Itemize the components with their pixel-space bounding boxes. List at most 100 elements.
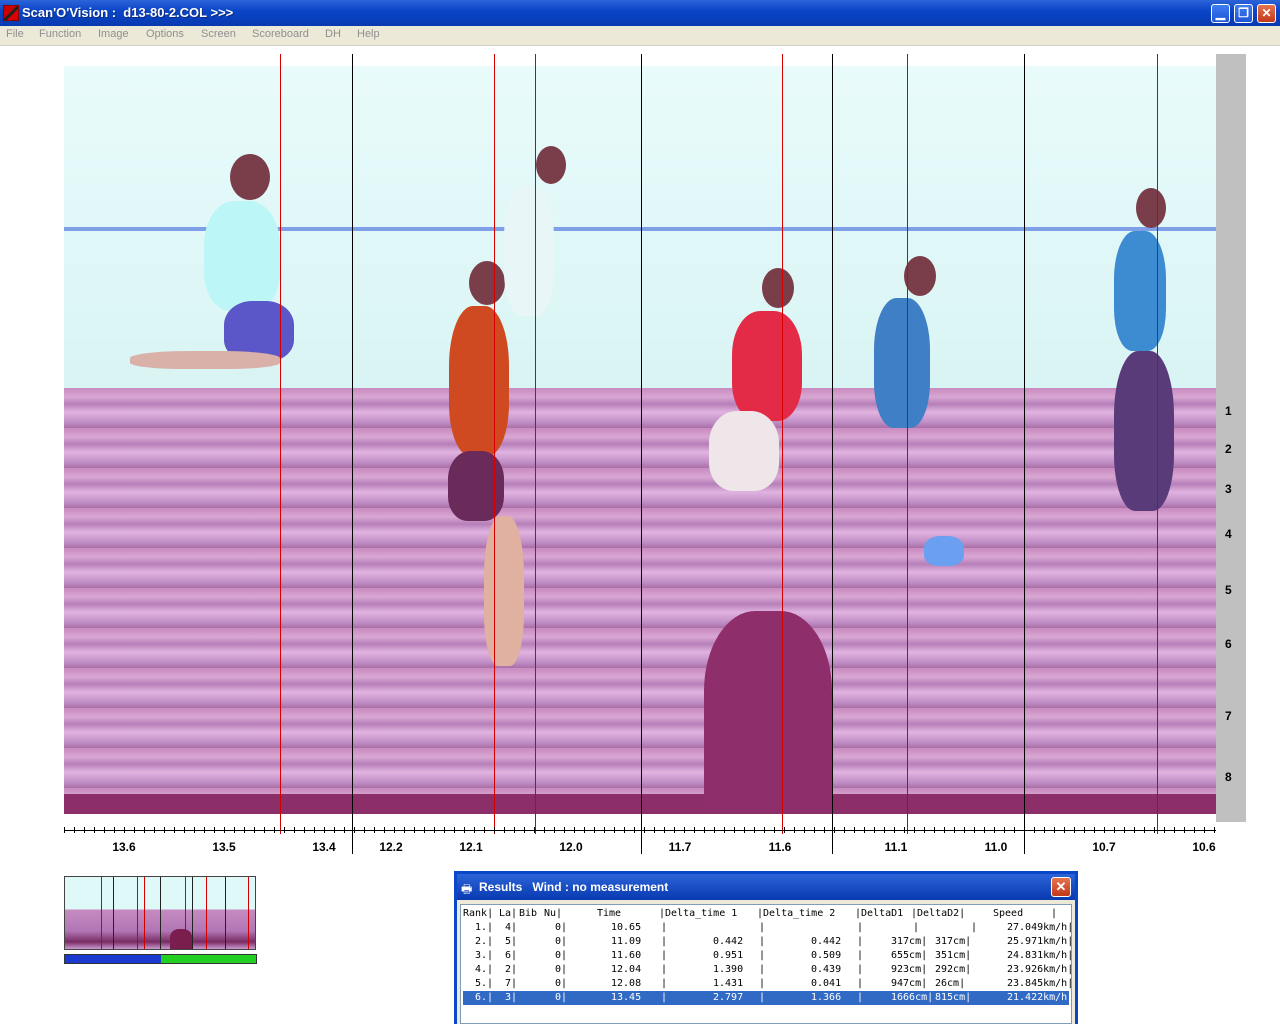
finish-marker-line[interactable] — [1157, 54, 1158, 834]
result-cell: 27.049km/h| — [1007, 922, 1072, 933]
scale-tick — [794, 827, 795, 833]
result-cell: 0| — [555, 964, 568, 975]
results-dialog: 🖶 Results Wind : no measurement ✕ Rank| … — [454, 871, 1078, 1024]
finish-marker-line[interactable] — [535, 54, 536, 834]
scale-tick — [844, 827, 845, 833]
result-cell: 4.| — [475, 964, 494, 975]
scale-tick — [1104, 827, 1105, 833]
result-row[interactable]: 5.| 7| 0| 12.08 | 1.431 | 0.041 | 947cm| 26cm| 23.8… — [463, 977, 1071, 991]
result-cell: 1.431 — [713, 978, 744, 989]
time-cursor-line[interactable] — [832, 54, 833, 854]
scale-tick — [694, 827, 695, 833]
scale-tick — [714, 827, 715, 833]
result-cell: 7| — [505, 978, 518, 989]
scale-tick — [734, 827, 735, 833]
scale-tick — [84, 827, 85, 833]
results-close-button[interactable]: ✕ — [1051, 877, 1071, 897]
scale-tick — [344, 827, 345, 833]
scale-label: 11.1 — [884, 840, 908, 854]
result-cell: | — [759, 922, 766, 933]
result-row[interactable]: 4.| 2| 0| 12.04 | 1.390 | 0.439 | 923cm| 292cm| 23.… — [463, 963, 1071, 977]
time-cursor-line[interactable] — [1024, 54, 1025, 854]
menu-file[interactable]: File — [6, 28, 24, 40]
result-cell: | — [857, 964, 864, 975]
scale-tick — [364, 827, 365, 833]
result-row[interactable]: 1.| 4| 0| 10.65 | | | | | 27.049km/h| — [463, 921, 1072, 935]
finish-marker-line[interactable] — [782, 54, 783, 834]
scale-tick — [504, 827, 505, 833]
menu-scoreboard[interactable]: Scoreboard — [252, 28, 309, 40]
time-cursor-line[interactable] — [352, 54, 353, 854]
result-cell: | — [857, 936, 864, 947]
result-cell: | — [661, 978, 668, 989]
scale-tick — [244, 827, 245, 833]
scale-tick — [614, 827, 615, 833]
result-row[interactable]: 2.| 5| 0| 11.09 | 0.442 | 0.442 | 317cm| 317cm| 25.… — [463, 935, 1072, 949]
result-cell: 1.390 — [713, 964, 744, 975]
scale-tick — [644, 827, 645, 833]
results-list[interactable]: Rank| La| Bib Nu| Time |Delta_time 1 |De… — [460, 904, 1072, 1024]
finish-marker-line[interactable] — [494, 54, 495, 834]
scale-tick — [1124, 827, 1125, 833]
result-cell: 5.| — [475, 978, 494, 989]
photo-finish-image[interactable] — [64, 66, 1216, 814]
finish-marker-line[interactable] — [280, 54, 281, 834]
scale-tick — [854, 827, 855, 833]
scale-tick — [254, 827, 255, 833]
scale-tick — [484, 827, 485, 833]
result-cell: 6.| — [475, 992, 494, 1003]
thumbnail-navigator[interactable] — [64, 876, 256, 950]
printer-icon: 🖶 — [461, 882, 473, 896]
menu-image[interactable]: Image — [98, 28, 129, 40]
result-row[interactable]: 3.| 6| 0| 11.60 | 0.951 | 0.509 | 655cm| 351cm| 24.… — [463, 949, 1071, 963]
scale-tick — [184, 827, 185, 833]
result-cell: 2.| — [475, 936, 494, 947]
results-title-bar[interactable]: 🖶 Results Wind : no measurement ✕ — [457, 874, 1075, 900]
result-cell: 317cm| — [891, 936, 928, 947]
scale-tick — [454, 827, 455, 833]
scale-tick — [314, 827, 315, 833]
time-cursor-line[interactable] — [641, 54, 642, 854]
scale-tick — [154, 827, 155, 833]
result-cell: 10.65 — [611, 922, 642, 933]
scale-tick — [594, 827, 595, 833]
scale-tick — [1034, 827, 1035, 833]
scale-tick — [924, 827, 925, 833]
app-icon[interactable] — [3, 5, 19, 21]
scale-tick — [464, 827, 465, 833]
thumbnail-scroll-position[interactable] — [65, 955, 161, 963]
scale-tick — [264, 827, 265, 833]
thumbnail-scrollbar[interactable] — [64, 954, 257, 964]
menu-function[interactable]: Function — [39, 28, 81, 40]
menu-help[interactable]: Help — [357, 28, 380, 40]
scale-tick — [894, 827, 895, 833]
menu-screen[interactable]: Screen — [201, 28, 236, 40]
maximize-button[interactable]: ❐ — [1234, 4, 1253, 23]
result-cell: 13.45 — [611, 992, 642, 1003]
minimize-button[interactable]: ▁ — [1211, 4, 1230, 23]
scale-tick — [1004, 827, 1005, 833]
close-button[interactable]: ✕ — [1257, 4, 1276, 23]
result-cell: 25.971km/h| — [1007, 936, 1072, 947]
scale-tick — [64, 827, 65, 833]
scale-label: 12.2 — [379, 840, 403, 854]
scale-tick — [544, 827, 545, 833]
scale-tick — [274, 827, 275, 833]
result-cell: 292cm| — [935, 964, 972, 975]
scale-label: 11.7 — [668, 840, 692, 854]
result-row[interactable]: 6.| 3| 0| 13.45 | 2.797 | 1.366 | 1666cm| 815cm| 21… — [463, 991, 1071, 1005]
result-cell: 923cm| — [891, 964, 928, 975]
scale-tick — [574, 827, 575, 833]
menu-dh[interactable]: DH — [325, 28, 341, 40]
menu-bar: File Function Image Options Screen Score… — [0, 26, 1280, 46]
scale-tick — [234, 827, 235, 833]
scale-tick — [664, 827, 665, 833]
scale-tick — [164, 827, 165, 833]
result-cell: 0.439 — [811, 964, 842, 975]
finish-marker-line[interactable] — [907, 54, 908, 834]
scale-tick — [684, 827, 685, 833]
result-cell: 11.09 — [611, 936, 642, 947]
result-cell: 1.366 — [811, 992, 842, 1003]
results-header: Rank| La| Bib Nu| Time |Delta_time 1 |De… — [463, 908, 1058, 919]
menu-options[interactable]: Options — [146, 28, 184, 40]
